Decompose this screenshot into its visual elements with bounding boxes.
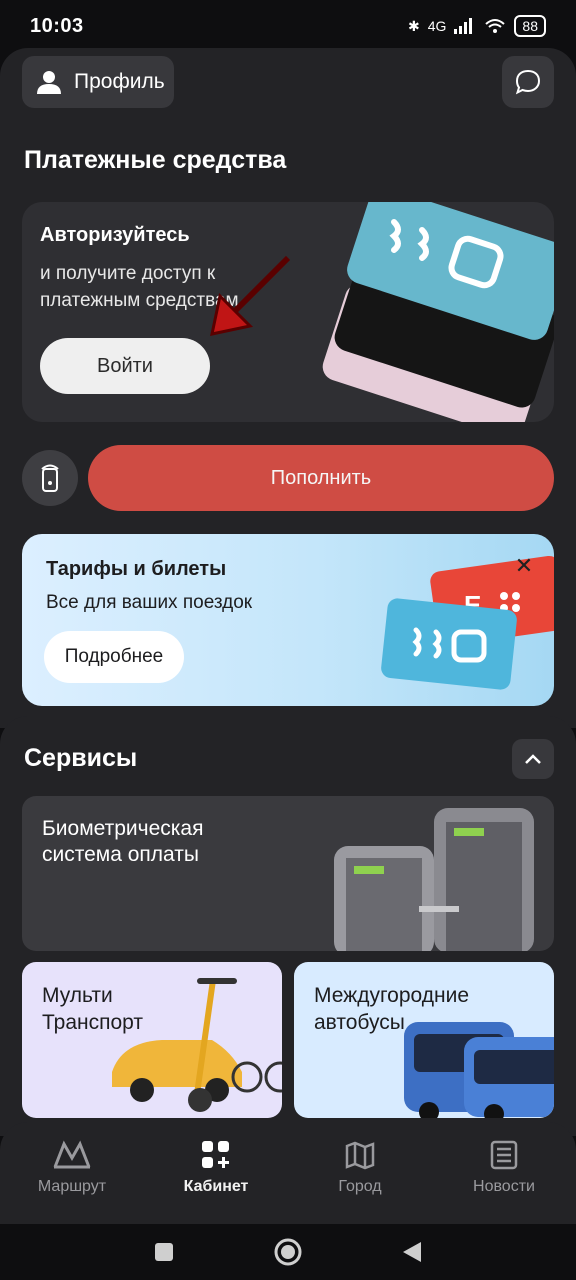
home-icon[interactable]	[273, 1237, 303, 1267]
buses-illustration	[404, 1022, 554, 1118]
nav-route-label: Маршрут	[37, 1178, 107, 1195]
services-title: Сервисы	[24, 744, 138, 772]
chevron-up-icon	[525, 754, 541, 764]
chat-icon	[515, 69, 541, 95]
profile-button[interactable]: Профиль	[22, 56, 174, 108]
nfc-button[interactable]	[22, 450, 78, 506]
network-label: 4G	[427, 18, 447, 34]
metro-icon	[53, 1140, 91, 1169]
bluetooth-icon: ✱	[408, 17, 420, 34]
biometric-title: Биометрическая система оплаты	[42, 817, 204, 866]
status-bar: 10:03 ✱ 4G 88	[0, 0, 576, 52]
profile-label: Профиль	[74, 70, 165, 93]
news-icon	[490, 1140, 518, 1170]
recents-icon[interactable]	[153, 1241, 175, 1263]
tariffs-title: Тарифы и билеты	[46, 558, 227, 580]
turnstile-illustration	[334, 808, 534, 951]
status-icons: ✱ 4G 88	[408, 15, 546, 37]
grid-plus-icon	[202, 1141, 229, 1168]
login-button[interactable]: Войти	[40, 338, 210, 394]
nav-news-label: Новости	[473, 1178, 535, 1195]
biometric-payment-card[interactable]: Биометрическая система оплаты	[22, 796, 554, 951]
intercity-buses-card[interactable]: Междугородние автобусы	[294, 962, 554, 1118]
nav-cabinet-label: Кабинет	[183, 1178, 249, 1195]
nav-cabinet[interactable]: Кабинет	[144, 1122, 288, 1224]
multi-transport-card[interactable]: Мульти Транспорт	[22, 962, 282, 1118]
nav-city-label: Город	[338, 1178, 382, 1195]
nav-city[interactable]: Город	[288, 1122, 432, 1224]
wifi-icon	[485, 19, 506, 33]
red-arrow-annotation	[210, 255, 291, 336]
scooter-car-bike-illustration	[112, 978, 282, 1112]
nav-news[interactable]: Новости	[432, 1122, 576, 1224]
user-icon	[37, 71, 61, 94]
collapse-services-button[interactable]	[512, 739, 554, 779]
chat-button[interactable]	[502, 56, 554, 108]
map-icon	[345, 1141, 375, 1170]
tariffs-subtitle: Все для ваших поездок	[46, 592, 253, 613]
status-time: 10:03	[30, 14, 84, 37]
auth-title: Авторизуйтесь	[40, 224, 190, 246]
payment-cards-illustration	[322, 202, 554, 422]
nav-route[interactable]: Маршрут	[0, 1122, 144, 1224]
top-bar: Профиль	[22, 56, 554, 108]
close-banner-button[interactable]: ✕	[506, 548, 542, 584]
back-icon[interactable]	[401, 1240, 423, 1264]
payments-title: Платежные средства	[24, 146, 287, 174]
tariffs-banner[interactable]: Тарифы и билеты Все для ваших поездок По…	[22, 534, 554, 706]
signal-icon	[454, 18, 473, 34]
topup-button[interactable]: Пополнить	[88, 445, 554, 511]
system-navigation-bar	[0, 1224, 576, 1280]
bottom-navigation: Маршрут Кабинет Город Новости	[0, 1122, 576, 1224]
more-button[interactable]: Подробнее	[44, 631, 184, 683]
battery-indicator: 88	[514, 15, 546, 37]
close-icon: ✕	[514, 553, 534, 578]
nfc-phone-icon	[41, 464, 59, 492]
